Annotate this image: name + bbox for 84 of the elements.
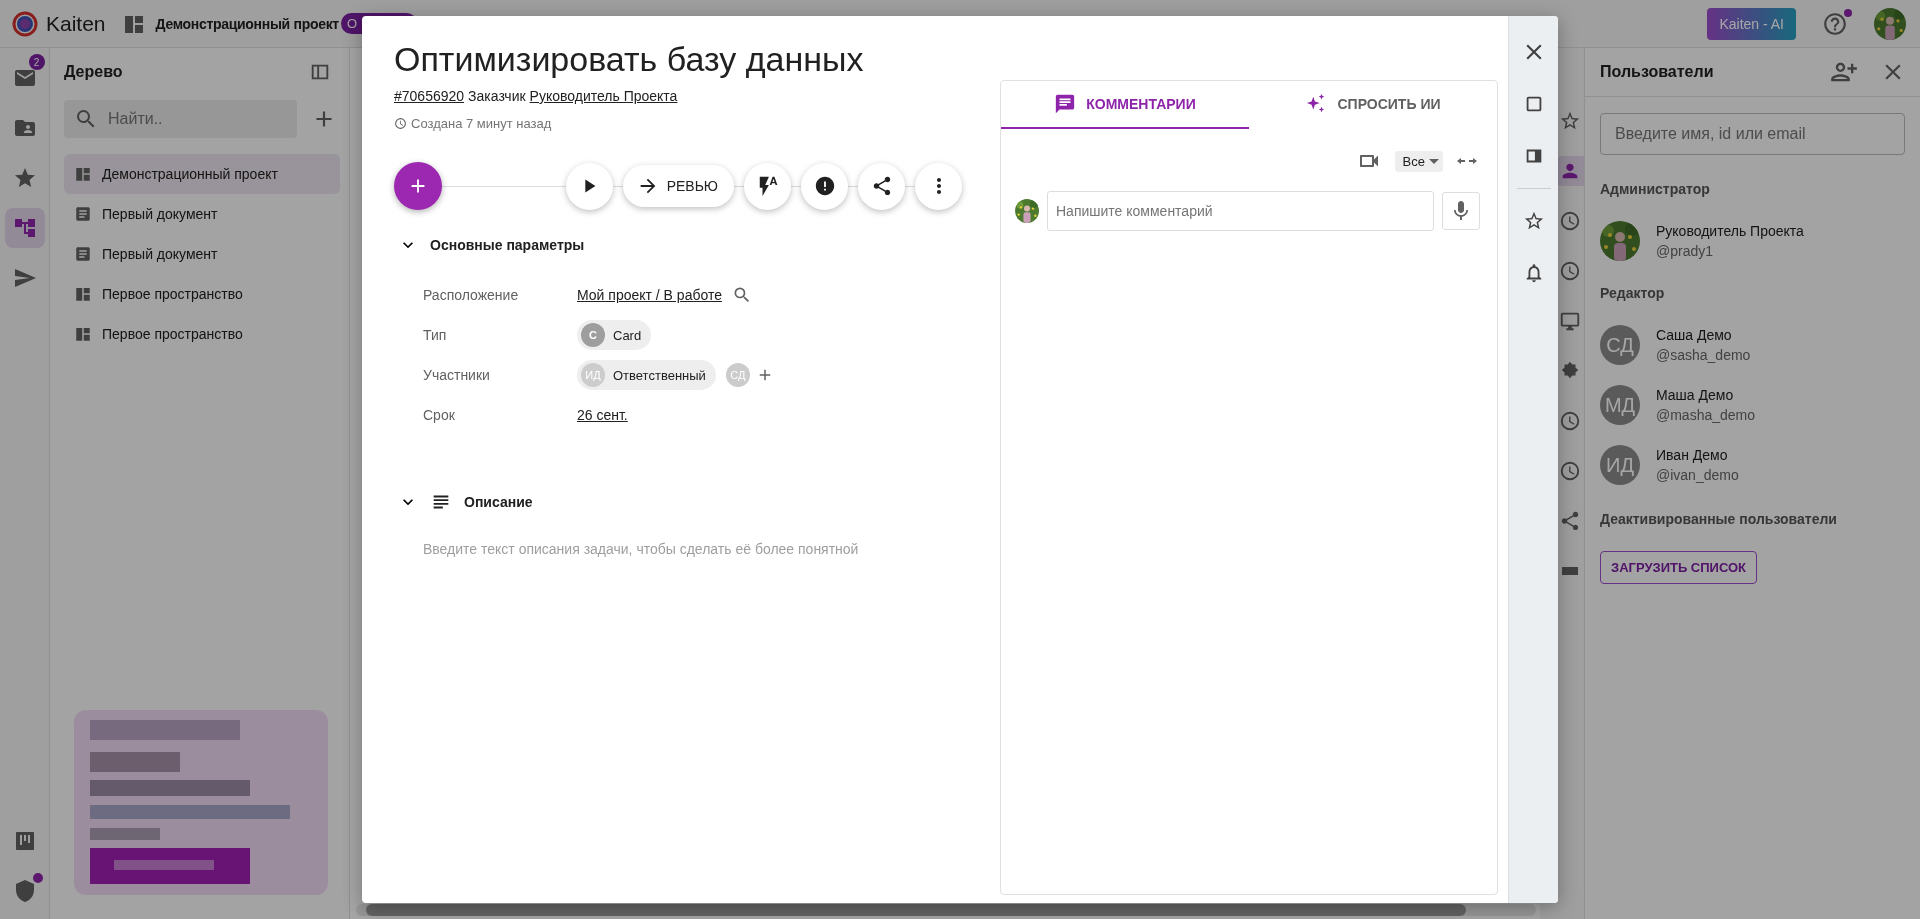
caret-icon	[1429, 158, 1439, 164]
customer-label: Заказчик	[468, 88, 526, 104]
section-title: Основные параметры	[430, 237, 585, 253]
action-button[interactable]	[801, 162, 848, 210]
filter-dropdown[interactable]: Все	[1394, 150, 1443, 172]
star-icon	[1559, 110, 1581, 132]
avatar: МД	[1600, 385, 1640, 425]
panel-title: Дерево	[64, 63, 123, 81]
due-date-link[interactable]: 26 сент.	[577, 407, 628, 423]
action-button[interactable]	[858, 162, 905, 210]
nav-button[interactable]	[4, 208, 45, 248]
section-header[interactable]: Основные параметры	[398, 235, 585, 255]
user-name: Маша Демо	[1656, 387, 1735, 403]
group-title: Деактивированные пользователи	[1600, 511, 1838, 527]
send-icon	[12, 266, 37, 290]
user-name: Руководитель Проекта	[1656, 223, 1804, 239]
section-title: Описание	[464, 494, 533, 510]
search-field[interactable]: Найти..	[64, 100, 297, 138]
space-icon	[74, 325, 92, 343]
group-title: Администратор	[1600, 181, 1711, 197]
section-header[interactable]: Описание	[398, 491, 533, 513]
tree-item[interactable]: Первый документ	[64, 234, 340, 274]
user-handle: @masha_demo	[1656, 407, 1756, 423]
action-button[interactable]	[565, 162, 613, 210]
notification-dot	[32, 873, 43, 883]
tree-item[interactable]: Демонстрационный проект	[64, 154, 340, 194]
rail-button[interactable]	[1556, 156, 1584, 186]
card-id-link[interactable]: #70656920	[394, 88, 465, 104]
action-button[interactable]	[744, 162, 791, 210]
customer-link[interactable]: Руководитель Проекта	[529, 88, 678, 104]
group-title: Редактор	[1600, 285, 1666, 301]
card-title[interactable]: Оптимизировать базу данных	[394, 38, 962, 80]
tree-icon	[12, 216, 37, 240]
field-label: Срок	[423, 407, 456, 423]
search-field[interactable]: Введите имя, id или email	[1600, 113, 1905, 155]
user-handle: @prady1	[1656, 243, 1715, 259]
tree-item[interactable]: Первое пространство	[64, 314, 340, 354]
clock-icon	[1559, 260, 1581, 282]
created-time: Создана 7 минут назад	[411, 116, 552, 131]
clock-icon	[1559, 460, 1581, 482]
bar-icon	[1562, 567, 1578, 575]
star-icon	[12, 166, 37, 190]
avatar: СД	[1600, 325, 1640, 365]
load-list-button[interactable]: ЗАГРУЗИТЬ СПИСОК	[1600, 551, 1758, 584]
space-icon	[74, 165, 92, 183]
space-icon	[74, 285, 92, 303]
more-icon	[935, 177, 942, 195]
tab[interactable]: КОММЕНТАРИИ	[1001, 81, 1249, 129]
field-label: Участники	[423, 367, 491, 383]
clock-icon	[1559, 210, 1581, 232]
tree-item[interactable]: Первый документ	[64, 194, 340, 234]
panel-title: Пользователи	[1600, 63, 1715, 81]
chat-icon	[1054, 93, 1077, 115]
logo-icon	[12, 10, 38, 37]
count-badge: 2	[28, 54, 45, 70]
tab[interactable]: СПРОСИТЬ ИИ	[1249, 81, 1497, 129]
move-button[interactable]: РЕВЬЮ	[622, 165, 734, 207]
tree-item[interactable]: Первое пространство	[64, 274, 340, 314]
arrows-icon	[1457, 157, 1477, 165]
avatar: ИД	[1600, 445, 1640, 485]
document-icon	[74, 245, 92, 263]
field-label: Тип	[423, 327, 448, 343]
field-label: Расположение	[423, 287, 520, 303]
document-icon	[74, 205, 92, 223]
user-name: Саша Демо	[1656, 327, 1733, 343]
location-link[interactable]: Мой проект / В работе	[577, 287, 722, 303]
type-chip[interactable]: С Card	[577, 320, 652, 350]
user-name: Иван Демо	[1656, 447, 1729, 463]
user-handle: @ivan_demo	[1656, 467, 1739, 483]
expand-button[interactable]	[1457, 157, 1477, 165]
user-handle: @sasha_demo	[1656, 347, 1751, 363]
star-icon	[1523, 210, 1545, 232]
clock-icon	[394, 117, 407, 130]
project-title[interactable]: Демонстрационный проект	[155, 15, 339, 32]
add-button[interactable]	[394, 162, 442, 210]
voice-button[interactable]	[1442, 192, 1480, 230]
help-icon	[1822, 10, 1848, 37]
alert-icon	[813, 175, 836, 197]
comment-field[interactable]: Напишите комментарий	[1047, 191, 1434, 231]
logo-text[interactable]: Kaiten	[46, 11, 106, 36]
share-icon	[1559, 510, 1581, 532]
clock-icon	[1559, 410, 1581, 432]
scroll-bar[interactable]	[356, 904, 1536, 916]
monitor-icon	[1559, 310, 1581, 332]
